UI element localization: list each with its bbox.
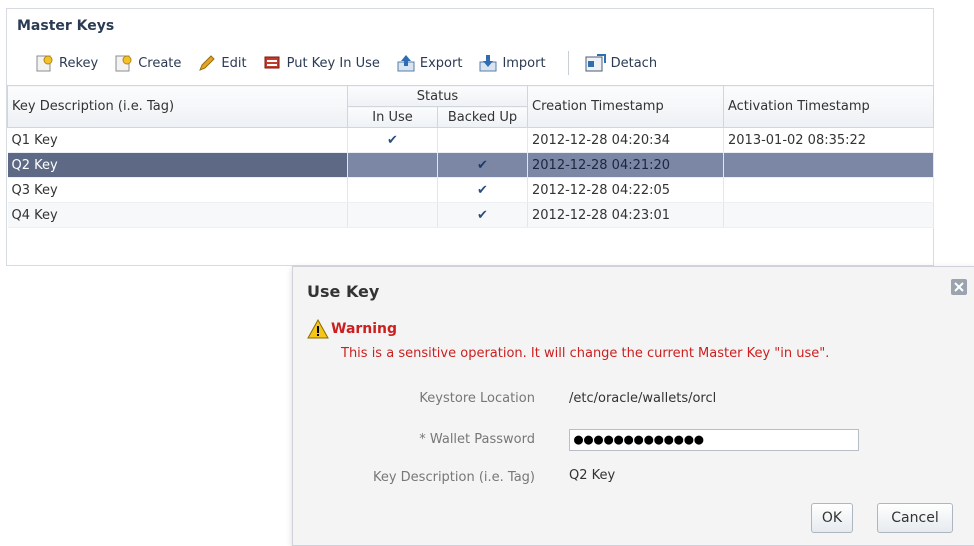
table-row[interactable]: Q3 Key ✔ 2012-12-28 04:22:05 [7,177,934,203]
keystore-location-label: Keystore Location [419,391,535,406]
activation-cell [723,152,934,178]
close-x-glyph [954,282,964,292]
toolbar-separator [567,51,569,75]
edit-label: Edit [221,55,247,71]
keystore-location-value: /etc/oracle/wallets/orcl [569,391,717,406]
creation-cell: 2012-12-28 04:20:34 [527,127,724,153]
col-key-description[interactable]: Key Description (i.e. Tag) [7,85,348,128]
creation-cell: 2012-12-28 04:22:05 [527,177,724,203]
key-name-cell: Q1 Key [7,127,348,153]
master-keys-table: Key Description (i.e. Tag) Status Creati… [7,85,934,228]
import-button[interactable]: Import [478,54,546,72]
put-key-in-use-button[interactable]: Put Key In Use [263,54,380,72]
activation-cell: 2013-01-02 08:35:22 [723,127,934,153]
activation-cell [723,202,934,228]
table-row-selected[interactable]: Q2 Key ✔ 2012-12-28 04:21:20 [7,152,934,178]
col-status-group: Status [347,85,528,107]
export-label: Export [419,55,463,71]
dialog-title: Use Key [307,282,380,301]
backed-up-check-icon: ✔ [437,177,528,203]
panel-title: Master Keys [17,18,115,34]
import-icon [479,55,497,72]
creation-cell: 2012-12-28 04:21:20 [527,152,724,178]
warning-label: Warning [331,321,398,337]
detach-icon [585,54,606,72]
pencil-icon [199,55,216,71]
create-label: Create [138,55,182,71]
cancel-button[interactable]: Cancel [877,503,953,533]
col-backed-up[interactable]: Backed Up [437,106,528,128]
creation-cell: 2012-12-28 04:23:01 [527,202,724,228]
warning-message: This is a sensitive operation. It will c… [341,346,830,361]
detach-label: Detach [610,55,658,71]
toolbar: Rekey Create Edit Put Key In Use Export … [35,47,933,79]
create-button[interactable]: Create [114,54,181,72]
import-label: Import [502,55,546,71]
col-creation-timestamp[interactable]: Creation Timestamp [527,85,724,128]
in-use-check-icon: ✔ [347,127,438,153]
col-in-use[interactable]: In Use [347,106,438,128]
export-icon [397,55,415,72]
key-name-cell: Q2 Key [7,152,348,178]
backed-up-check-icon: ✔ [437,152,528,178]
in-use-cell [347,177,438,203]
in-use-cell [347,152,438,178]
create-icon [115,55,132,72]
key-in-use-icon [264,56,280,69]
master-keys-panel: Master Keys Rekey Create Edit Put Key In… [6,8,934,266]
key-name-cell: Q4 Key [7,202,348,228]
warning-icon [307,319,329,339]
table-row[interactable]: Q1 Key ✔ 2012-12-28 04:20:34 2013-01-02 … [7,127,934,153]
key-description-value: Q2 Key [569,468,616,483]
close-icon[interactable] [951,279,967,295]
activation-cell [723,177,934,203]
col-activation-timestamp[interactable]: Activation Timestamp [723,85,934,128]
backed-up-cell [437,127,528,153]
put-key-in-use-label: Put Key In Use [286,55,380,71]
wallet-password-field[interactable]: ●●●●●●●●●●●●● [569,429,859,451]
warning-row: Warning [307,319,397,339]
rekey-button[interactable]: Rekey [35,54,98,72]
wallet-password-label: * Wallet Password [419,432,535,447]
key-description-label: Key Description (i.e. Tag) [372,470,535,485]
detach-button[interactable]: Detach [585,53,657,73]
in-use-cell [347,202,438,228]
edit-button[interactable]: Edit [197,54,247,72]
key-name-cell: Q3 Key [7,177,348,203]
backed-up-check-icon: ✔ [437,202,528,228]
rekey-icon [36,55,53,72]
table-row[interactable]: Q4 Key ✔ 2012-12-28 04:23:01 [7,202,934,228]
use-key-dialog: Use Key Warning This is a sensitive oper… [292,266,974,546]
export-button[interactable]: Export [396,54,463,72]
ok-button[interactable]: OK [811,503,853,533]
rekey-label: Rekey [59,55,99,71]
